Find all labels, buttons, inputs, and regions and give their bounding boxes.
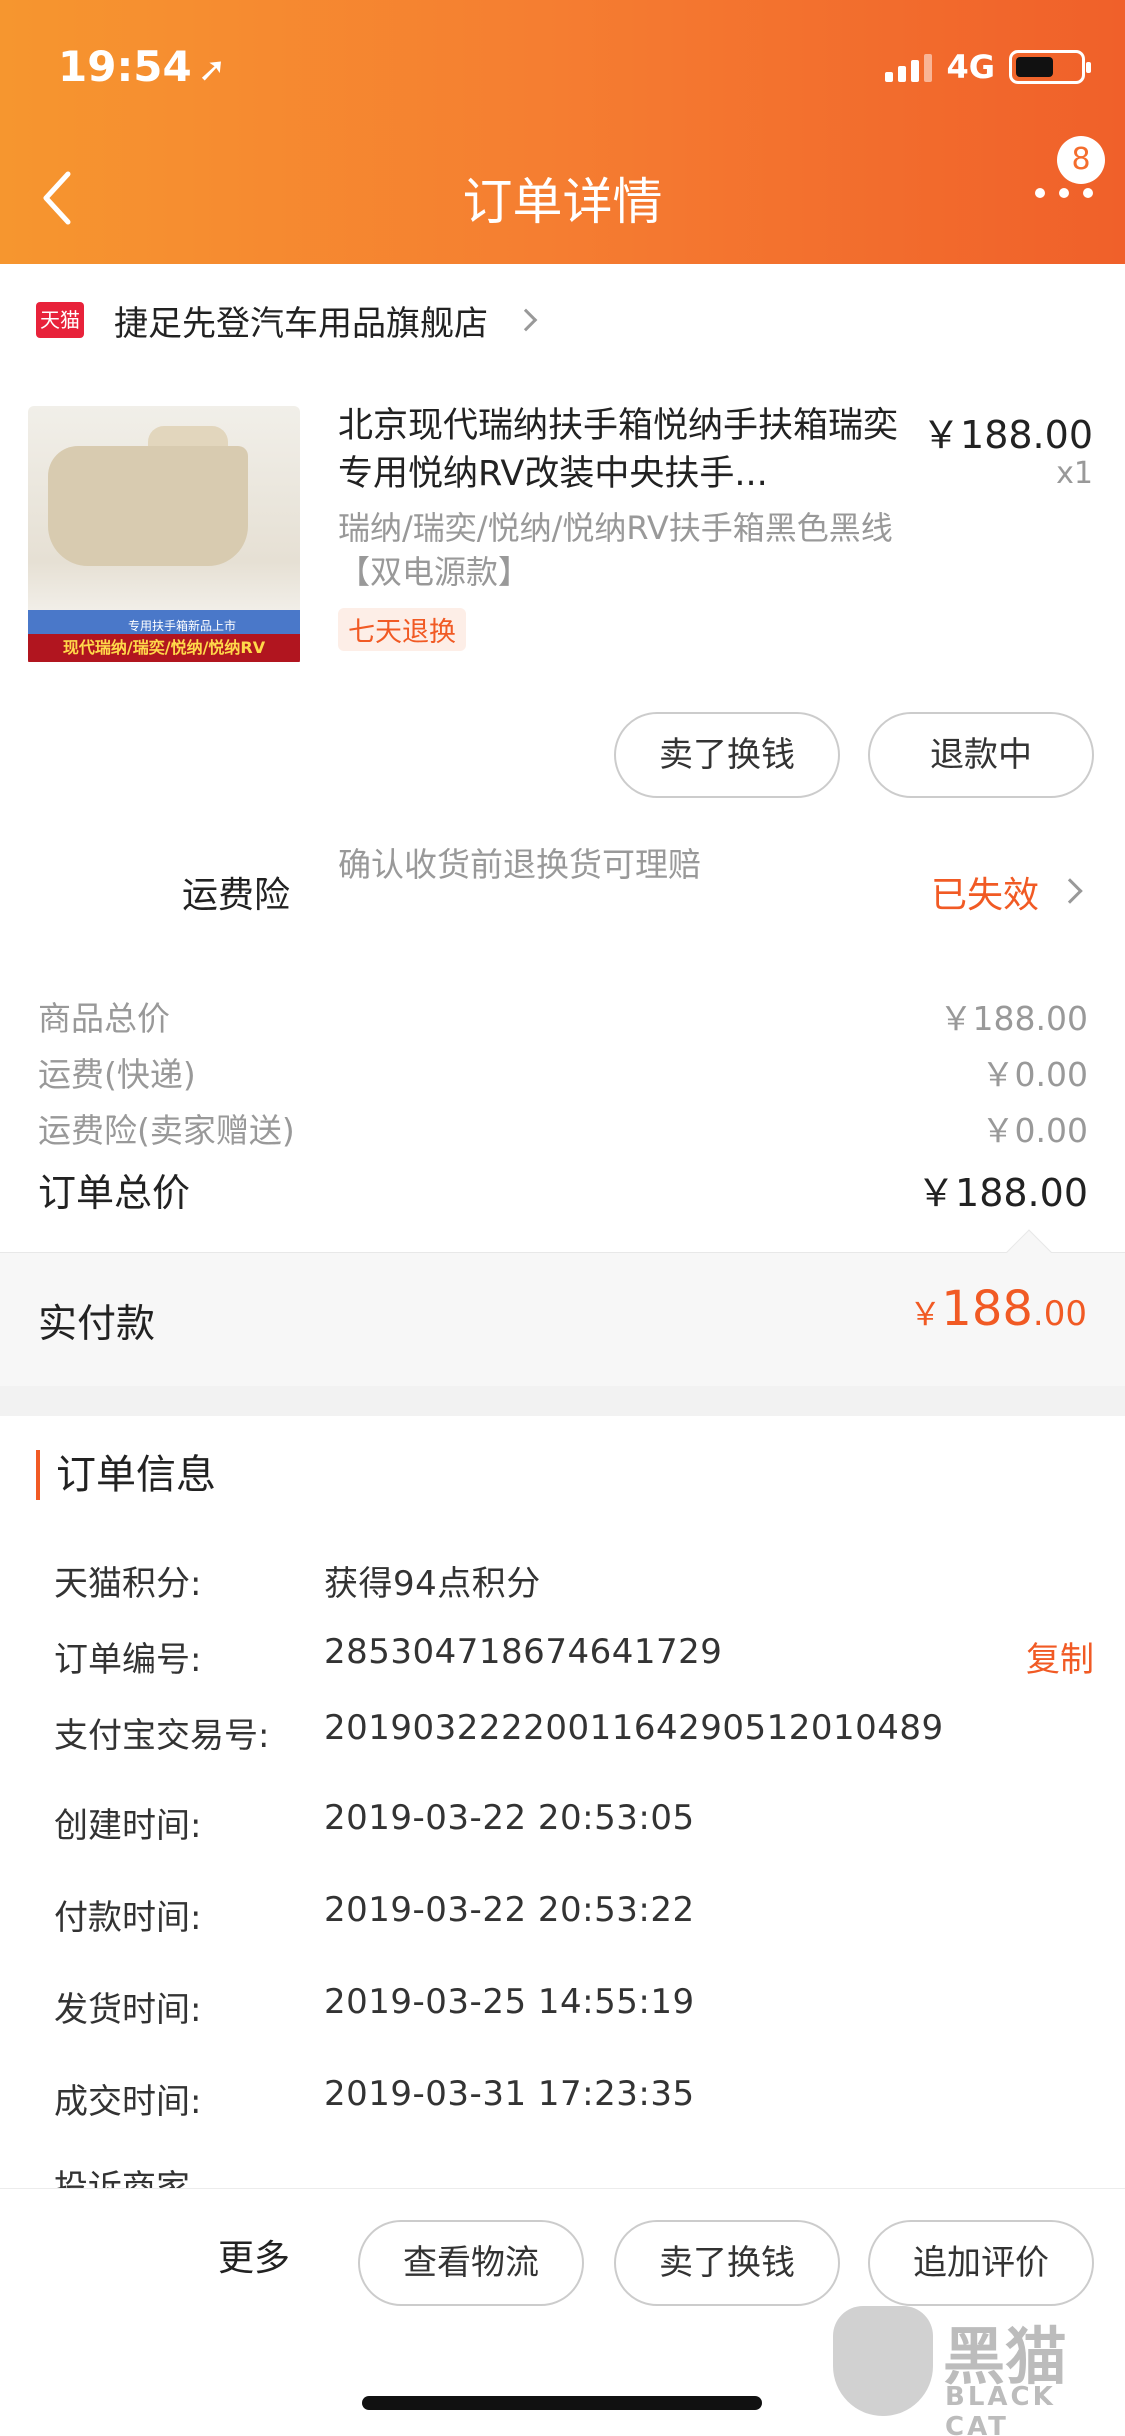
tmall-logo: 天猫 [36,302,84,338]
watermark: 黑猫 BLACK CAT [833,2306,1113,2436]
info-label: 支付宝交易号: [54,1716,270,1756]
chevron-right-icon [1057,878,1083,904]
info-value: 2019032222001164290512010489 [324,1708,944,1748]
copy-button[interactable]: 复制 [1026,1632,1094,1681]
paid-decimal: .00 [1032,1294,1087,1334]
total-label: 订单总价 [38,1171,191,1215]
more-actions-button[interactable]: 更多 [218,2229,290,2281]
product-image[interactable]: 专用扶手箱新品上市 现代瑞纳/瑞奕/悦纳/悦纳RV [28,406,300,666]
insurance-status: 已失效 [930,875,1039,916]
signal-icon [885,52,933,82]
status-time: 19:54 ➚ [58,42,226,91]
info-value: 285304718674641729 [324,1632,723,1672]
store-name: 捷足先登汽车用品旗舰店 [114,303,488,344]
amount-paid-section: 实付款 ￥188.00 [0,1229,1125,1386]
cost-value: ￥0.00 [981,1111,1088,1150]
sell-button[interactable]: 卖了换钱 [614,712,840,798]
info-value: 获得94点积分 [324,1564,541,1604]
product-image-promo-text: 现代瑞纳/瑞奕/悦纳/悦纳RV [28,634,300,662]
insurance-label: 运费险 [182,875,291,916]
paid-integer: 188 [941,1281,1033,1337]
cost-row-insurance: 运费险(卖家赠送) ￥0.00 [38,1104,1088,1152]
info-label: 成交时间: [54,2082,202,2122]
total-value: ￥188.00 [917,1171,1088,1215]
status-time-text: 19:54 [58,42,192,91]
chevron-right-icon [514,308,538,332]
cost-row-total: 订单总价 ￥188.00 [38,1162,1088,1217]
store-row[interactable]: 天猫 捷足先登汽车用品旗舰店 [0,264,1125,376]
section-divider [0,1386,1125,1416]
product-sku: 瑞纳/瑞奕/悦纳/悦纳RV扶手箱黑色黑线【双电源款】 [338,509,893,591]
complaint-row[interactable]: 投诉商家 [54,2160,190,2188]
pointer-arrow [1006,1229,1052,1275]
cost-row-subtotal: 商品总价 ￥188.00 [38,992,1088,1040]
shipping-insurance-row[interactable]: 运费险 确认收货前退换货可理赔 已失效 [0,830,1125,950]
page-title: 订单详情 [462,173,663,231]
return-policy-tag: 七天退换 [338,608,466,651]
paid-label: 实付款 [38,1302,156,1347]
order-info-title: 订单信息 [36,1450,216,1500]
cost-label: 运费(快递) [38,1055,196,1094]
location-arrow-icon: ➚ [197,50,227,90]
info-label: 天猫积分: [54,1564,202,1604]
insurance-description: 确认收货前退换货可理赔 [338,845,701,884]
watermark-en: BLACK CAT [945,2382,1056,2436]
notification-badge: 8 [1057,136,1105,184]
home-indicator[interactable] [362,2396,762,2410]
header: 19:54 ➚ 4G 订单详情 8 [0,0,1125,264]
info-value: 2019-03-31 17:23:35 [324,2074,695,2114]
info-value: 2019-03-22 20:53:05 [324,1798,695,1838]
product-image-promo-sub: 专用扶手箱新品上市 [128,619,237,633]
product-title: 北京现代瑞纳扶手箱悦纳手扶箱瑞奕专用悦纳RV改装中央扶手... [338,406,899,494]
product-item[interactable]: 专用扶手箱新品上市 现代瑞纳/瑞奕/悦纳/悦纳RV 北京现代瑞纳扶手箱悦纳手扶箱… [0,390,1125,690]
cost-label: 商品总价 [38,999,170,1038]
paid-amount: ￥188.00 [909,1281,1087,1337]
info-label: 创建时间: [54,1806,202,1846]
cost-value: ￥188.00 [939,999,1088,1038]
cost-value: ￥0.00 [981,1055,1088,1094]
add-review-button[interactable]: 追加评价 [868,2220,1094,2306]
footer-sell-button[interactable]: 卖了换钱 [614,2220,840,2306]
product-quantity: x1 [1056,456,1093,491]
info-value: 2019-03-25 14:55:19 [324,1982,695,2022]
cost-label: 运费险(卖家赠送) [38,1111,295,1150]
battery-icon [1009,50,1091,84]
status-indicators: 4G [885,48,1091,86]
refund-status-button[interactable]: 退款中 [868,712,1094,798]
product-price: ￥188.00 [922,413,1093,457]
info-label: 订单编号: [54,1640,202,1680]
cost-row-shipping: 运费(快递) ￥0.00 [38,1048,1088,1096]
more-dots-icon [1035,188,1045,198]
info-label: 发货时间: [54,1990,202,2030]
view-logistics-button[interactable]: 查看物流 [358,2220,584,2306]
info-value: 2019-03-22 20:53:22 [324,1890,695,1930]
network-type: 4G [946,48,995,86]
info-label: 付款时间: [54,1898,202,1938]
black-cat-logo-icon [833,2306,933,2416]
paid-currency: ￥ [909,1295,942,1333]
